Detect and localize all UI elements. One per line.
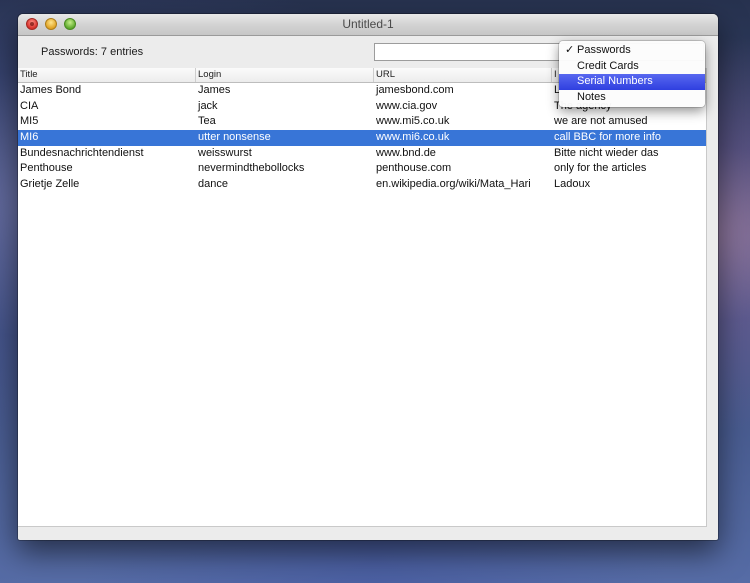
cell-title: James Bond (20, 84, 82, 96)
cell-title: MI6 (20, 131, 39, 144)
passwords-table[interactable]: Title Login URL I James Bond James james… (18, 68, 707, 527)
cell-info: Bitte nicht wieder das (554, 146, 659, 159)
cell-url: penthouse.com (376, 162, 452, 175)
table-row[interactable]: Grietje Zelle dance en.wikipedia.org/wik… (18, 177, 706, 193)
menu-item-label: Notes (577, 90, 606, 103)
cell-login: Tea (198, 115, 216, 128)
cell-url: www.cia.gov (376, 99, 438, 112)
cell-title: Grietje Zelle (20, 178, 80, 191)
cell-title: CIA (20, 99, 39, 112)
cell-title: MI5 (20, 115, 39, 128)
menu-item-passwords[interactable]: ✓ Passwords (559, 43, 705, 59)
cell-info: call BBC for more info (554, 131, 661, 144)
cell-login: James (198, 84, 231, 96)
cell-url: www.mi5.co.uk (376, 115, 450, 128)
menu-item-label: Serial Numbers (577, 75, 653, 87)
table-row[interactable]: MI5 Tea www.mi5.co.uk we are not amused (18, 114, 706, 130)
table-row-selected[interactable]: MI6 utter nonsense www.mi6.co.uk call BB… (18, 130, 706, 146)
cell-login: jack (198, 99, 218, 112)
menu-item-serial-numbers[interactable]: Serial Numbers (559, 74, 705, 90)
cell-login: nevermindthebollocks (198, 162, 305, 175)
column-header-url[interactable]: URL (374, 68, 552, 82)
menu-item-label: Credit Cards (577, 59, 639, 72)
column-header-title[interactable]: Title (18, 68, 196, 82)
menu-item-label: Passwords (577, 44, 631, 56)
cell-info: Ladoux (554, 178, 591, 191)
menu-item-notes[interactable]: Notes (559, 90, 705, 106)
cell-title: Penthouse (20, 162, 73, 175)
title-bar: Untitled-1 (18, 14, 718, 36)
cell-info: only for the articles (554, 162, 647, 175)
category-popup-menu: ✓ Passwords Credit Cards Serial Numbers … (559, 41, 705, 107)
cell-url: en.wikipedia.org/wiki/Mata_Hari (376, 178, 531, 191)
cell-url: jamesbond.com (376, 84, 454, 96)
cell-login: utter nonsense (198, 131, 271, 144)
cell-title: Bundesnachrichtendienst (20, 146, 144, 159)
cell-login: weisswurst (198, 146, 252, 159)
window-title: Untitled-1 (342, 17, 394, 31)
cell-url: www.bnd.de (376, 146, 436, 159)
entry-count-label: Passwords: 7 entries (41, 46, 144, 58)
column-header-login[interactable]: Login (196, 68, 374, 82)
cell-info: we are not amused (554, 115, 648, 128)
table-row[interactable]: Bundesnachrichtendienst weisswurst www.b… (18, 146, 706, 162)
cell-url: www.mi6.co.uk (376, 131, 450, 144)
checkmark-icon: ✓ (565, 44, 575, 56)
cell-login: dance (198, 178, 228, 191)
menu-item-credit-cards[interactable]: Credit Cards (559, 59, 705, 75)
table-row[interactable]: Penthouse nevermindthebollocks penthouse… (18, 161, 706, 177)
